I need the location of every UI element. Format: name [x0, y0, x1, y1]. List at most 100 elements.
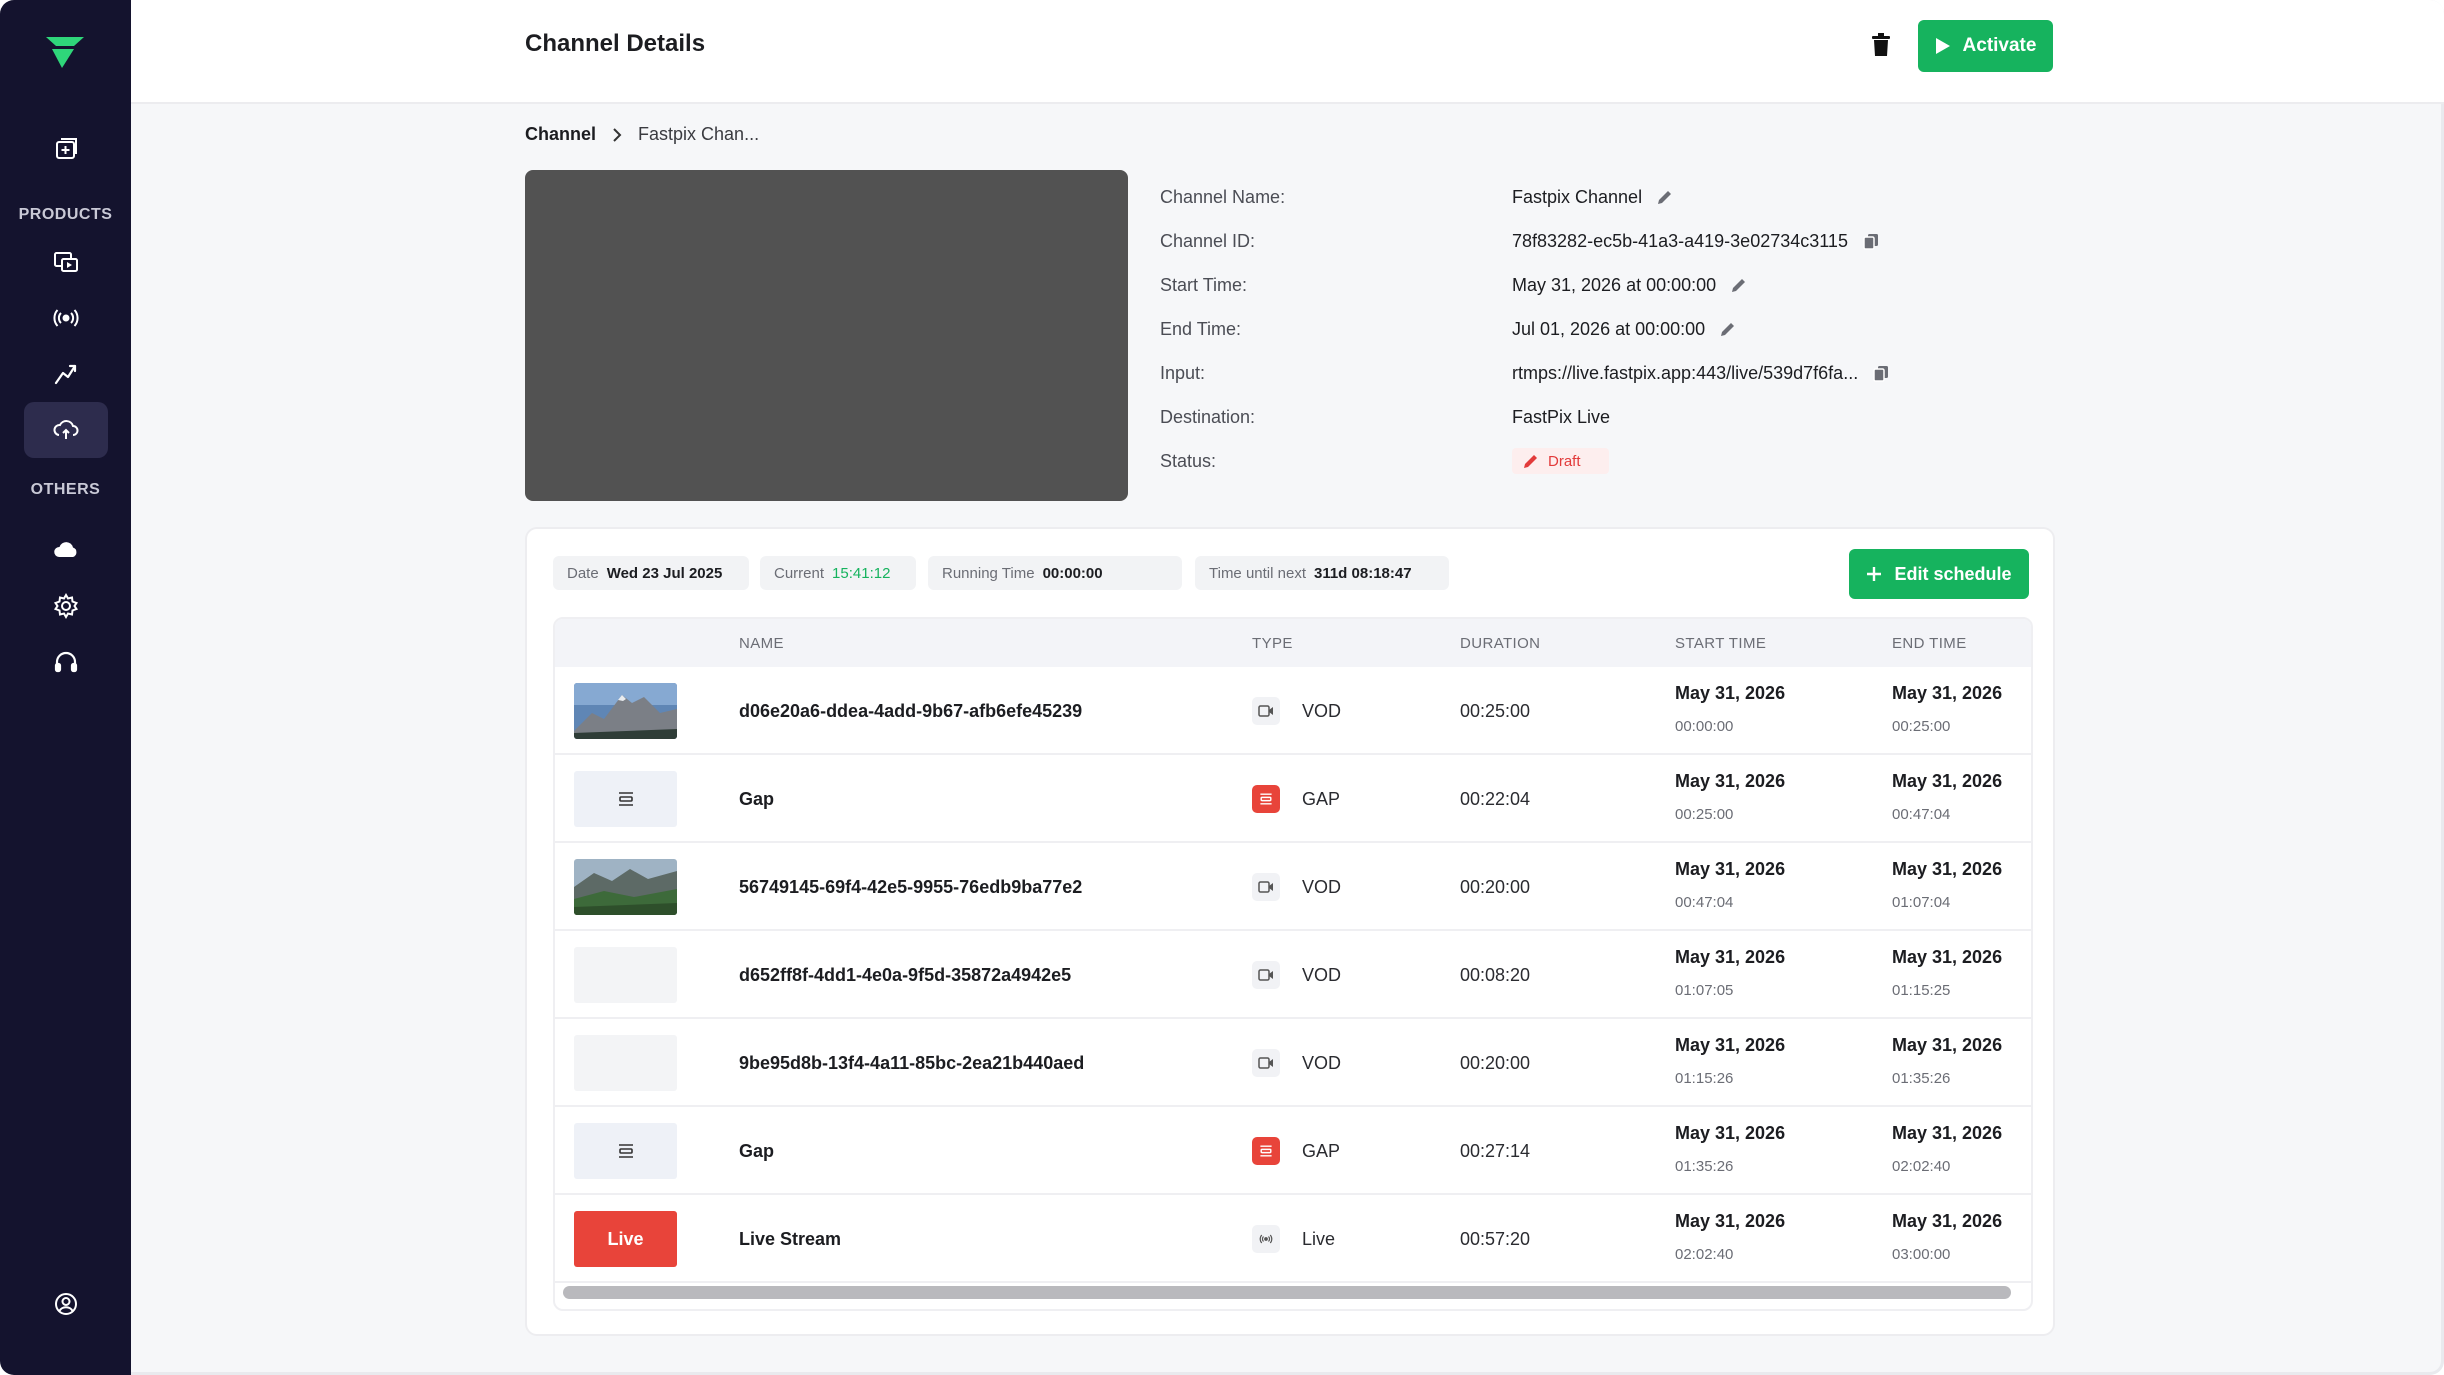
media-type: GAP	[1302, 1141, 1341, 1161]
detail-row-input: Input: rtmps://live.fastpix.app:443/live…	[1160, 358, 2060, 388]
table-row[interactable]: Gap GAP 00:27:14 May 31, 2026 01:35:26 M…	[555, 1107, 2031, 1195]
detail-row-start-time: Start Time: May 31, 2026 at 00:00:00	[1160, 270, 2060, 300]
edit-pencil-icon[interactable]	[1656, 188, 1674, 206]
chip-label: Running Time	[942, 564, 1035, 582]
end-time-cell: May 31, 2026 01:15:25	[1892, 947, 2002, 999]
breadcrumb: Channel Fastpix Chan...	[525, 124, 759, 145]
start-clock: 00:47:04	[1675, 894, 1734, 911]
start-time-cell: May 31, 2026 02:02:40	[1675, 1211, 1785, 1263]
start-date: May 31, 2026	[1675, 771, 1786, 791]
chip-label: Date	[567, 564, 599, 582]
media-type: VOD	[1302, 877, 1342, 897]
media-duration: 00:57:20	[1460, 1229, 1531, 1249]
chip-value: 15:41:12	[832, 564, 891, 582]
media-name: d06e20a6-ddea-4add-9b67-afb6efe45239	[739, 701, 1083, 721]
sidebar-user-profile-icon[interactable]	[24, 1276, 108, 1332]
vod-type-icon	[1252, 961, 1280, 989]
detail-row-channel-name: Channel Name: Fastpix Channel	[1160, 182, 2060, 212]
column-header-start-time[interactable]: START TIME	[1675, 635, 1766, 652]
plus-icon	[1867, 567, 1882, 581]
start-clock: 01:15:26	[1675, 1070, 1734, 1087]
end-date: May 31, 2026	[1892, 683, 2003, 703]
start-time-value: May 31, 2026 at 00:00:00	[1512, 274, 1717, 295]
column-header-name[interactable]: NAME	[739, 635, 784, 652]
media-duration: 00:27:14	[1460, 1141, 1531, 1161]
table-row[interactable]: Live Live Stream Live 00:57:20 May 31, 2…	[555, 1195, 2031, 1283]
end-clock: 00:25:00	[1892, 718, 1951, 735]
sidebar-settings-gear-icon[interactable]	[24, 578, 108, 634]
table-row[interactable]: d06e20a6-ddea-4add-9b67-afb6efe45239 VOD…	[555, 667, 2031, 755]
chip-value: 311d 08:18:47	[1313, 564, 1412, 582]
detail-row-status: Status: Draft	[1160, 446, 2060, 476]
chip-label: Current	[774, 564, 825, 582]
media-duration: 00:22:04	[1460, 789, 1531, 809]
sidebar-channels-icon[interactable]	[24, 402, 108, 458]
sidebar-analytics-icon[interactable]	[24, 346, 108, 402]
table-row[interactable]: 56749145-69f4-42e5-9955-76edb9ba77e2 VOD…	[555, 843, 2031, 931]
end-time-cell: May 31, 2026 01:35:26	[1892, 1035, 2002, 1087]
end-clock: 03:00:00	[1892, 1246, 1951, 1263]
media-type: GAP	[1302, 789, 1341, 809]
start-time-cell: May 31, 2026 01:15:26	[1675, 1035, 1785, 1087]
table-row[interactable]: Gap GAP 00:22:04 May 31, 2026 00:25:00 M…	[555, 755, 2031, 843]
activate-label: Activate	[1962, 35, 2037, 56]
copy-icon[interactable]	[1872, 364, 1890, 382]
end-date: May 31, 2026	[1892, 1123, 2003, 1143]
table-row[interactable]: 9be95d8b-13f4-4a11-85bc-2ea21b440aed VOD…	[555, 1019, 2031, 1107]
sidebar-cloud-icon[interactable]	[24, 522, 108, 578]
column-header-end-time[interactable]: END TIME	[1892, 635, 1967, 652]
sidebar-live-stream-icon[interactable]	[24, 290, 108, 346]
gap-type-icon	[1252, 785, 1280, 813]
schedule-card: Date Wed 23 Jul 2025 Current 15:41:12 Ru…	[525, 527, 2055, 1336]
detail-label: Channel ID:	[1160, 230, 1256, 251]
column-header-duration[interactable]: DURATION	[1460, 635, 1540, 652]
thumbnail-valley	[574, 859, 677, 915]
sidebar-add-media-icon[interactable]	[24, 122, 108, 178]
status-value: Draft	[1548, 452, 1581, 470]
end-date: May 31, 2026	[1892, 1035, 2003, 1055]
sidebar: PRODUCTS OTHERS	[0, 0, 131, 1375]
horizontal-scrollbar[interactable]	[563, 1286, 2011, 1299]
media-duration: 00:25:00	[1460, 701, 1531, 721]
edit-pencil-icon[interactable]	[1730, 276, 1748, 294]
channel-id-value: 78f83282-ec5b-41a3-a419-3e02734c3115	[1512, 230, 1848, 251]
thumbnail-placeholder	[574, 947, 677, 1003]
table-row[interactable]: d652ff8f-4dd1-4e0a-9f5d-35872a4942e5 VOD…	[555, 931, 2031, 1019]
edit-schedule-button[interactable]: Edit schedule	[1849, 549, 2029, 599]
start-date: May 31, 2026	[1675, 1035, 1786, 1055]
activate-button[interactable]: Activate	[1918, 20, 2053, 72]
fastpix-logo-icon[interactable]	[44, 34, 86, 70]
sidebar-video-on-demand-icon[interactable]	[24, 234, 108, 290]
chip-label: Time until next	[1209, 564, 1306, 582]
sidebar-support-headset-icon[interactable]	[24, 634, 108, 690]
end-date: May 31, 2026	[1892, 771, 2003, 791]
end-clock: 01:07:04	[1892, 894, 1951, 911]
start-time-cell: May 31, 2026 00:25:00	[1675, 771, 1785, 823]
destination-value: FastPix Live	[1512, 406, 1611, 427]
copy-icon[interactable]	[1862, 232, 1880, 250]
running-time-chip: Running Time 00:00:00	[928, 556, 1182, 590]
chevron-right-icon	[613, 127, 622, 142]
edit-pencil-icon[interactable]	[1719, 320, 1737, 338]
detail-label: End Time:	[1160, 318, 1242, 339]
start-date: May 31, 2026	[1675, 1123, 1786, 1143]
channel-preview-player[interactable]	[525, 170, 1128, 501]
sidebar-section-others: OTHERS	[30, 481, 101, 498]
pencil-icon	[1524, 455, 1537, 468]
media-duration: 00:20:00	[1460, 1053, 1531, 1073]
start-time-cell: May 31, 2026 00:00:00	[1675, 683, 1785, 735]
channel-name-value: Fastpix Channel	[1512, 186, 1643, 207]
start-clock: 01:07:05	[1675, 982, 1734, 999]
end-clock: 01:15:25	[1892, 982, 1951, 999]
end-clock: 01:35:26	[1892, 1070, 1951, 1087]
breadcrumb-channel-link[interactable]: Channel	[525, 124, 596, 145]
column-header-type[interactable]: TYPE	[1252, 635, 1293, 652]
vod-type-icon	[1252, 1049, 1280, 1077]
media-type: VOD	[1302, 965, 1342, 985]
end-date: May 31, 2026	[1892, 1211, 2003, 1231]
delete-channel-button[interactable]	[1866, 28, 1896, 62]
thumbnail-placeholder	[574, 1035, 677, 1091]
input-url-value: rtmps://live.fastpix.app:443/live/539d7f…	[1512, 362, 1859, 383]
detail-label: Start Time:	[1160, 274, 1248, 295]
schedule-table: NAME TYPE DURATION START TIME END TIME d…	[553, 617, 2033, 1311]
